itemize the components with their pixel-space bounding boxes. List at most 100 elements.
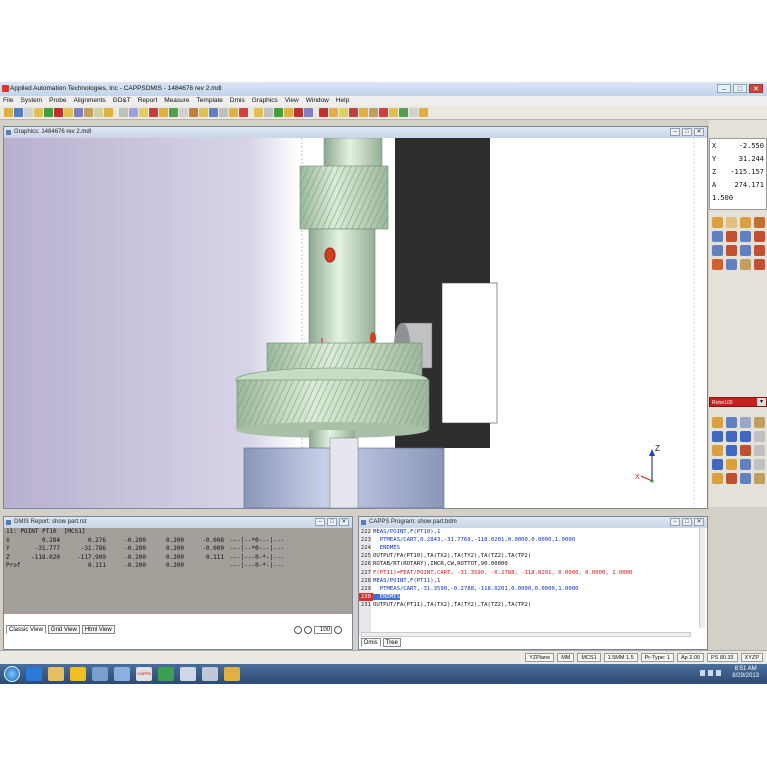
tool-icon[interactable] [359,108,368,117]
menu-measure[interactable]: Measure [164,96,189,106]
menu-report[interactable]: Report [138,96,158,106]
media-icon[interactable] [92,667,108,681]
folder-icon[interactable] [48,667,64,681]
menu-file[interactable]: File [3,96,13,106]
feature-icon[interactable] [712,473,723,484]
save-icon[interactable] [14,108,23,117]
program-line[interactable]: 226 ROTAB/RT(ROTARY),INCR,CW,ROTTOT,90.00… [359,560,699,568]
cylinder-feature-icon[interactable] [726,445,737,456]
minimize-button[interactable]: – [717,84,731,93]
tool-icon[interactable] [284,108,293,117]
tool-icon[interactable] [94,108,103,117]
feature-icon[interactable] [726,417,737,428]
tool-icon[interactable] [34,108,43,117]
feature-icon[interactable] [712,459,723,470]
tab-classic-view[interactable]: Classic View [6,625,46,634]
tool-icon[interactable] [54,108,63,117]
tool-icon[interactable] [159,108,168,117]
graphics-maximize-button[interactable]: □ [682,128,692,136]
menu-graphics[interactable]: Graphics [252,96,278,106]
feature-icon[interactable] [740,473,751,484]
tool-icon[interactable] [84,108,93,117]
program-minimize-button[interactable]: – [670,518,680,526]
probe-tool-icon[interactable] [740,231,751,242]
tool-icon[interactable] [199,108,208,117]
probe-tool-icon[interactable] [712,259,723,270]
tool-icon[interactable] [254,108,263,117]
probe-tool-icon[interactable] [754,259,765,270]
tool-icon[interactable] [129,108,138,117]
app-icon[interactable] [158,667,174,681]
tab-grid-view[interactable]: Grid View [47,625,80,634]
probe-tool-icon[interactable] [712,245,723,256]
probe-tool-icon[interactable] [712,231,723,242]
tab-tree[interactable]: Tree [382,638,401,647]
volume-icon[interactable] [716,670,721,676]
feature-icon[interactable] [740,445,751,456]
tab-dmis[interactable]: Dmis [361,638,381,647]
tool-icon[interactable] [379,108,388,117]
open-folder-icon[interactable] [4,108,13,117]
program-close-button[interactable]: ✕ [694,518,704,526]
zoom-in-icon[interactable] [294,626,302,634]
program-maximize-button[interactable]: □ [682,518,692,526]
tool-icon[interactable] [304,108,313,117]
probe-tool-icon[interactable] [740,245,751,256]
probe-select[interactable]: Rotor100 ▾ [709,397,767,407]
program-editor[interactable]: 222 MEAS/POINT,F(PT10),1 223 PTMEAS/CART,… [359,528,707,636]
tool-icon[interactable] [274,108,283,117]
probe-tool-icon[interactable] [726,245,737,256]
probe-tool-icon[interactable] [726,217,737,228]
program-vertical-scrollbar[interactable] [699,528,705,628]
menu-alignments[interactable]: Alignments [74,96,106,106]
tool-icon[interactable] [319,108,328,117]
feature-icon[interactable] [726,431,737,442]
capps-dmis-icon[interactable]: CAPPS DMIS [136,667,152,681]
tray-icon[interactable] [708,670,713,676]
tool-icon[interactable] [419,108,428,117]
internet-explorer-icon[interactable] [26,667,42,681]
menu-probe[interactable]: Probe [49,96,66,106]
chevron-down-icon[interactable]: ▾ [757,398,766,406]
probe-tool-icon[interactable] [712,217,723,228]
menu-system[interactable]: System [20,96,42,106]
tool-icon[interactable] [44,108,53,117]
program-line[interactable]: 229 PTMEAS/CART,-31.3590,-0.2788,-118.02… [359,585,699,593]
tool-icon[interactable] [294,108,303,117]
menu-help[interactable]: Help [336,96,349,106]
zoom-out-icon[interactable] [304,626,312,634]
zoom-fit-icon[interactable] [334,626,342,634]
program-line[interactable]: 224 ENDMES [359,544,699,552]
tab-html-view[interactable]: Html View [81,625,115,634]
graphics-minimize-button[interactable]: – [670,128,680,136]
tool-icon[interactable] [74,108,83,117]
tool-icon[interactable] [229,108,238,117]
menu-view[interactable]: View [285,96,299,106]
tool-icon[interactable] [264,108,273,117]
tool-icon[interactable] [329,108,338,117]
tool-icon[interactable] [189,108,198,117]
program-line[interactable]: 227 F(PT11)=FEAT/POINT,CART, -31.3590, -0… [359,569,699,577]
tool-icon[interactable] [349,108,358,117]
tool-icon[interactable] [339,108,348,117]
circle-feature-icon[interactable] [712,431,723,442]
menu-dmis[interactable]: Dmis [230,96,245,106]
tool-icon[interactable] [64,108,73,117]
document-icon[interactable] [180,667,196,681]
line-feature-icon[interactable] [712,417,723,428]
feature-icon[interactable] [740,417,751,428]
tool-icon[interactable] [149,108,158,117]
app-icon[interactable] [224,667,240,681]
probe-tool-icon[interactable] [740,259,751,270]
feature-icon[interactable] [754,473,765,484]
program-line[interactable]: 223 PTMEAS/CART,0.2843,-31.7769,-118.020… [359,536,699,544]
menu-template[interactable]: Template [197,96,223,106]
tool-icon[interactable] [239,108,248,117]
feature-icon[interactable] [740,459,751,470]
tool-icon[interactable] [369,108,378,117]
probe-tool-icon[interactable] [726,259,737,270]
report-grid[interactable]: 11: POINT PT10 [MCS1] X 0.284 0.276 -0.200 0… [4,528,352,614]
program-line[interactable]: 225 OUTPUT/FA(PT10),TA(TX2),TA(TY2),TA(TZ… [359,552,699,560]
program-line[interactable]: 228 MEAS/POINT,F(PT11),1 [359,577,699,585]
tool-icon[interactable] [119,108,128,117]
